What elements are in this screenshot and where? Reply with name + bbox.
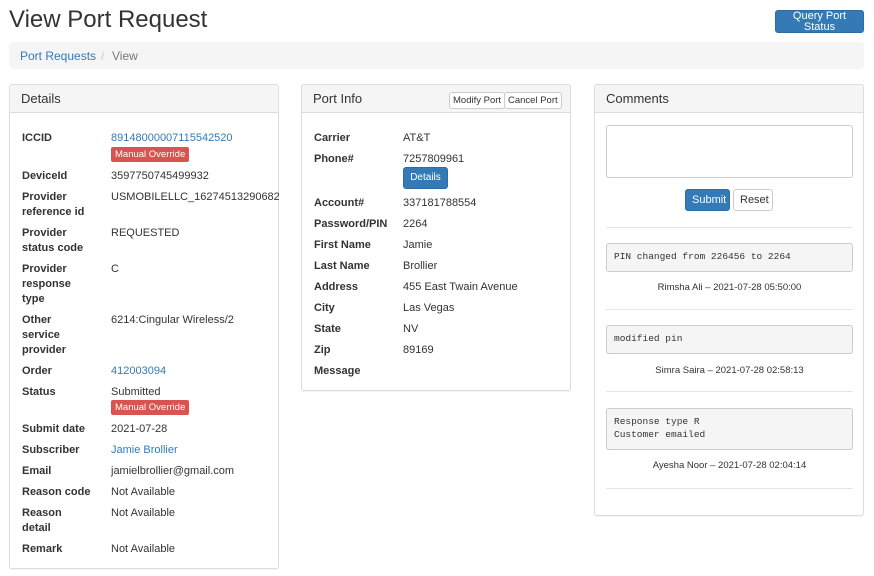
- comments-divider: [606, 488, 853, 489]
- port-value-first-name: Jamie: [403, 239, 433, 251]
- detail-label-email: Email: [22, 465, 52, 477]
- port-value-zip: 89169: [403, 344, 434, 356]
- breadcrumb-separator: /: [101, 49, 105, 63]
- breadcrumb-current: View: [112, 49, 138, 63]
- comment-textarea[interactable]: [606, 125, 853, 178]
- port-value-city: Las Vegas: [403, 302, 455, 314]
- detail-label-other-service-provider: Other service provider: [22, 314, 67, 356]
- comments-panel-title: Comments: [606, 91, 669, 106]
- comment-item-meta: Rimsha Ali – 2021-07-28 05:50:00: [657, 282, 802, 293]
- port-value-account: 337181788554: [403, 197, 477, 209]
- comment-submit-button[interactable]: Submit: [685, 189, 730, 211]
- detail-label-provider-reference-id: Provider reference id: [22, 191, 85, 218]
- comment-item-text: modified pin: [606, 325, 853, 354]
- detail-label-reason-code: Reason code: [22, 486, 91, 498]
- port-value-phone: 7257809961: [403, 153, 465, 165]
- detail-value-other-service-provider: 6214:Cingular Wireless/2: [111, 314, 234, 326]
- detail-label-deviceid: DeviceId: [22, 170, 68, 182]
- port-label-message: Message: [314, 365, 361, 377]
- detail-label-remark: Remark: [22, 543, 63, 555]
- detail-value-remark: Not Available: [111, 543, 176, 555]
- detail-label-provider-status-code: Provider status code: [22, 227, 84, 254]
- detail-label-iccid: ICCID: [22, 132, 52, 144]
- details-panel: Details ICCID 8914800000711554252​0 Manu…: [9, 84, 279, 569]
- detail-value-provider-response-type: C: [111, 263, 119, 275]
- comment-item-text: PIN changed from 226456 to 2264: [606, 243, 853, 272]
- cancel-port-button[interactable]: Cancel Port: [504, 92, 562, 109]
- comments-panel-heading: Comments: [595, 85, 863, 113]
- detail-label-order: Order: [22, 365, 52, 377]
- port-label-account: Account#: [314, 197, 365, 209]
- page-title: View Port Request: [9, 6, 208, 33]
- details-panel-title: Details: [21, 91, 61, 106]
- comment-item-meta: Ayesha Noor – 2021-07-28 02:04:14: [652, 460, 807, 471]
- port-info-panel-heading: Port Info Modify Port Cancel Port: [302, 85, 570, 113]
- port-value-state: NV: [403, 323, 419, 335]
- port-value-last-name: Brollier: [403, 260, 438, 272]
- port-label-first-name: First Name: [314, 239, 371, 251]
- port-value-address: 455 East Twain Avenue: [403, 281, 518, 293]
- detail-label-status: Status: [22, 386, 56, 398]
- detail-value-reason-detail: Not Available: [111, 507, 176, 519]
- comment-reset-button[interactable]: Reset: [733, 189, 773, 211]
- detail-value-order-link[interactable]: 412003094: [111, 364, 166, 379]
- query-port-status-button[interactable]: Query Port Status: [775, 10, 864, 33]
- port-value-password-pin: 2264: [403, 218, 428, 230]
- detail-value-submit-date: 2021-07-28: [111, 423, 168, 435]
- detail-label-reason-detail: Reason detail: [22, 507, 62, 534]
- detail-value-provider-status-code: REQUESTED: [111, 227, 180, 239]
- port-label-state: State: [314, 323, 341, 335]
- iccid-manual-override-badge: Manual Override: [111, 147, 190, 162]
- comment-item-meta: Simra Saira – 2021-07-28 02:58:13: [655, 365, 804, 376]
- detail-value-iccid-link[interactable]: 8914800000711554252​0: [111, 131, 233, 146]
- port-value-carrier: AT&T: [403, 132, 431, 144]
- comments-divider: [606, 309, 853, 310]
- comments-divider: [606, 391, 853, 392]
- details-panel-heading: Details: [10, 85, 278, 113]
- detail-value-provider-reference-id: USMOBILELLC_16274513290682725577: [111, 191, 279, 203]
- port-info-panel: Port Info Modify Port Cancel Port Carrie…: [301, 84, 571, 391]
- port-label-zip: Zip: [314, 344, 331, 356]
- detail-value-subscriber-link[interactable]: Jamie Brollier: [111, 443, 178, 458]
- port-info-panel-title: Port Info: [313, 91, 363, 106]
- comments-panel: Comments Submit Reset PIN changed from 2…: [594, 84, 864, 516]
- status-manual-override-badge: Manual Override: [111, 400, 190, 415]
- detail-label-submit-date: Submit date: [22, 423, 85, 435]
- comment-item-text: Response type R Customer emailed: [606, 408, 853, 450]
- detail-label-subscriber: Subscriber: [22, 444, 80, 456]
- port-label-carrier: Carrier: [314, 132, 351, 144]
- detail-value-reason-code: Not Available: [111, 486, 176, 498]
- modify-port-button[interactable]: Modify Port: [449, 92, 506, 109]
- port-label-phone: Phone#: [314, 153, 354, 165]
- port-label-password-pin: Password/PIN: [314, 218, 388, 230]
- detail-value-email: jamielbrollier@gmail.com: [111, 465, 235, 477]
- detail-value-deviceid: 3597750745499932: [111, 170, 209, 182]
- comments-divider: [606, 227, 853, 228]
- phone-details-button[interactable]: Details: [403, 167, 448, 189]
- port-label-address: Address: [314, 281, 359, 293]
- detail-label-provider-response-type: Provider response type: [22, 263, 71, 305]
- detail-value-status: Submitted: [111, 386, 161, 398]
- breadcrumb: Port Requests / View: [9, 42, 864, 69]
- port-label-last-name: Last Name: [314, 260, 370, 272]
- port-label-city: City: [314, 302, 335, 314]
- breadcrumb-port-requests-link[interactable]: Port Requests: [20, 49, 96, 63]
